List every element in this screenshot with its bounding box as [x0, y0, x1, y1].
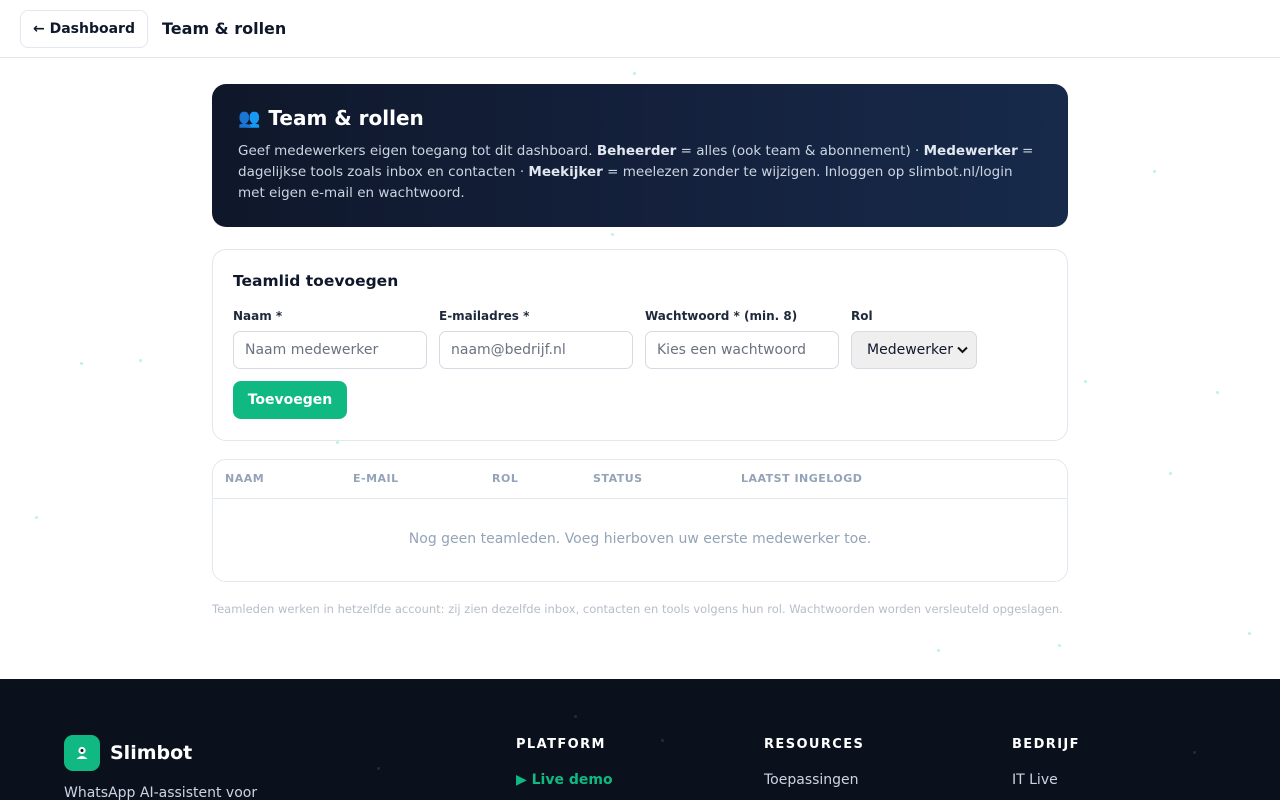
site-footer: Slimbot WhatsApp AI-assistent voor PLATF…: [0, 679, 1280, 800]
table-header: NAAM E-MAIL ROL STATUS LAATST INGELOGD: [213, 460, 1067, 499]
password-input[interactable]: [645, 331, 839, 369]
footer-column-company: BEDRIJF IT Live: [1012, 737, 1080, 788]
page-title: Team & rollen: [162, 19, 287, 38]
email-input[interactable]: [439, 331, 633, 369]
column-header-role: ROL: [492, 472, 519, 485]
role-select-value: Medewerker: [867, 342, 953, 358]
column-header-status: STATUS: [593, 472, 643, 485]
banner-desc-part-2: = alles (ook team & abonnement) ·: [676, 143, 924, 159]
email-label: E-mailadres *: [439, 309, 530, 323]
password-field-group: Wachtwoord * (min. 8): [645, 309, 839, 369]
team-members-table: NAAM E-MAIL ROL STATUS LAATST INGELOGD N…: [212, 459, 1068, 582]
back-to-dashboard-button[interactable]: ← Dashboard: [20, 9, 148, 48]
name-input[interactable]: [233, 331, 427, 369]
footer-brand[interactable]: Slimbot: [64, 735, 192, 771]
brand-name: Slimbot: [110, 742, 193, 764]
role-admin-term: Beheerder: [596, 143, 677, 159]
password-label: Wachtwoord * (min. 8): [645, 309, 798, 323]
footer-link-live-demo[interactable]: ▶ Live demo: [516, 772, 613, 788]
banner-title: Team & rollen: [268, 106, 424, 130]
role-label: Rol: [851, 309, 873, 323]
footer-column-resources: RESOURCES Toepassingen: [764, 737, 864, 788]
role-employee-term: Medewerker: [923, 143, 1018, 159]
role-select[interactable]: Medewerker: [851, 331, 977, 369]
column-header-email: E-MAIL: [353, 472, 399, 485]
add-team-member-form: Teamlid toevoegen Naam * E-mailadres * W…: [212, 249, 1068, 441]
role-viewer-term: Meekijker: [528, 164, 603, 180]
form-fields: Naam * E-mailadres * Wachtwoord * (min. …: [233, 309, 1047, 369]
banner-desc-part-1: Geef medewerkers eigen toegang tot dit d…: [238, 143, 597, 159]
banner-heading: 👥 Team & rollen: [238, 106, 1042, 130]
footer-column-platform: PLATFORM ▶ Live demo: [516, 737, 613, 788]
info-banner: 👥 Team & rollen Geef medewerkers eigen t…: [212, 84, 1068, 227]
top-bar: ← Dashboard Team & rollen: [0, 0, 1280, 58]
chevron-down-icon: [957, 344, 968, 357]
column-header-name: NAAM: [225, 472, 265, 485]
footer-heading-resources: RESOURCES: [764, 737, 865, 752]
column-header-last-login: LAATST INGELOGD: [741, 472, 863, 485]
footer-heading-company: BEDRIJF: [1012, 737, 1080, 752]
brand-tagline: WhatsApp AI-assistent voor: [64, 785, 258, 800]
footer-link-it-live[interactable]: IT Live: [1012, 772, 1080, 788]
banner-description: Geef medewerkers eigen toegang tot dit d…: [238, 141, 1043, 204]
empty-state-message: Nog geen teamleden. Voeg hierboven uw ee…: [408, 531, 872, 547]
name-field-group: Naam *: [233, 309, 427, 369]
form-title: Teamlid toevoegen: [233, 272, 399, 290]
name-label: Naam *: [233, 309, 283, 323]
footnote: Teamleden werken in hetzelfde account: z…: [212, 602, 1063, 616]
people-icon: 👥: [238, 107, 261, 129]
footer-link-toepassingen[interactable]: Toepassingen: [764, 772, 864, 788]
slimbot-logo-icon: [64, 735, 100, 771]
email-field-group: E-mailadres *: [439, 309, 633, 369]
footer-heading-platform: PLATFORM: [516, 737, 606, 752]
add-member-button[interactable]: Toevoegen: [233, 381, 347, 419]
role-field-group: Rol Medewerker: [851, 309, 977, 369]
